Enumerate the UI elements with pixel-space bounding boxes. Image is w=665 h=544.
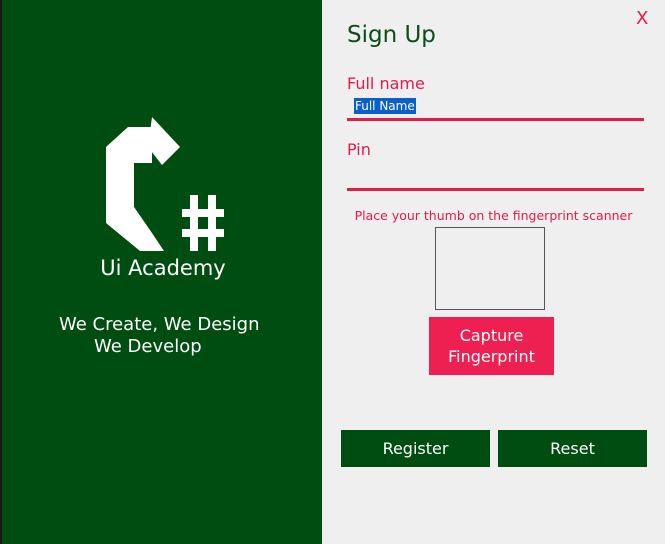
register-button[interactable]: Register xyxy=(341,430,490,467)
pin-input[interactable] xyxy=(347,166,644,191)
reset-button[interactable]: Reset xyxy=(498,430,647,467)
csharp-logo-icon xyxy=(106,117,224,251)
fingerprint-preview xyxy=(435,227,545,310)
capture-label-line1: Capture xyxy=(459,326,524,345)
pin-label: Pin xyxy=(347,140,371,159)
tagline-line2: We Develop xyxy=(94,336,202,357)
full-name-label: Full name xyxy=(347,74,425,93)
page-title: Sign Up xyxy=(347,22,436,48)
brand-panel: Ui Academy We Create, We Design We Devel… xyxy=(0,0,322,544)
capture-fingerprint-button[interactable]: Capture Fingerprint xyxy=(429,317,554,375)
close-button[interactable]: X xyxy=(636,8,648,29)
full-name-value: Full Name xyxy=(354,98,416,114)
capture-label-line2: Fingerprint xyxy=(448,347,535,366)
scanner-hint: Place your thumb on the fingerprint scan… xyxy=(354,208,633,223)
tagline-line1: We Create, We Design xyxy=(59,314,260,335)
brand-name: Ui Academy xyxy=(100,256,226,280)
